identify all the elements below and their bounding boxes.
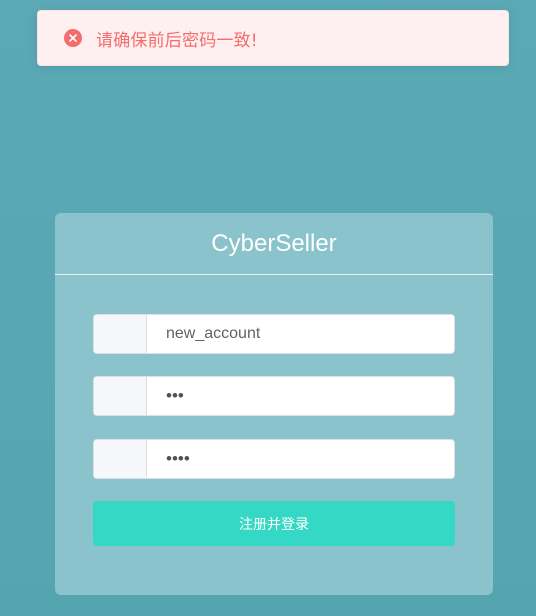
password-prefix <box>94 377 147 415</box>
confirm-password-input[interactable]: •••• <box>147 440 454 478</box>
password-input[interactable]: ••• <box>147 377 454 415</box>
toast-message: 请确保前后密码一致! <box>96 30 258 51</box>
error-toast: 请确保前后密码一致! <box>37 10 509 66</box>
register-card: CyberSeller new_account ••• •••• 注册并登录 <box>55 213 493 595</box>
username-input[interactable]: new_account <box>147 315 454 353</box>
page-title: CyberSeller <box>211 229 337 257</box>
confirm-password-field[interactable]: •••• <box>93 439 455 479</box>
username-prefix <box>94 315 147 353</box>
close-circle-icon <box>64 29 82 47</box>
register-login-button[interactable]: 注册并登录 <box>93 501 455 546</box>
username-field[interactable]: new_account <box>93 314 455 354</box>
card-header: CyberSeller <box>55 213 493 275</box>
confirm-password-prefix <box>94 440 147 478</box>
password-field[interactable]: ••• <box>93 376 455 416</box>
